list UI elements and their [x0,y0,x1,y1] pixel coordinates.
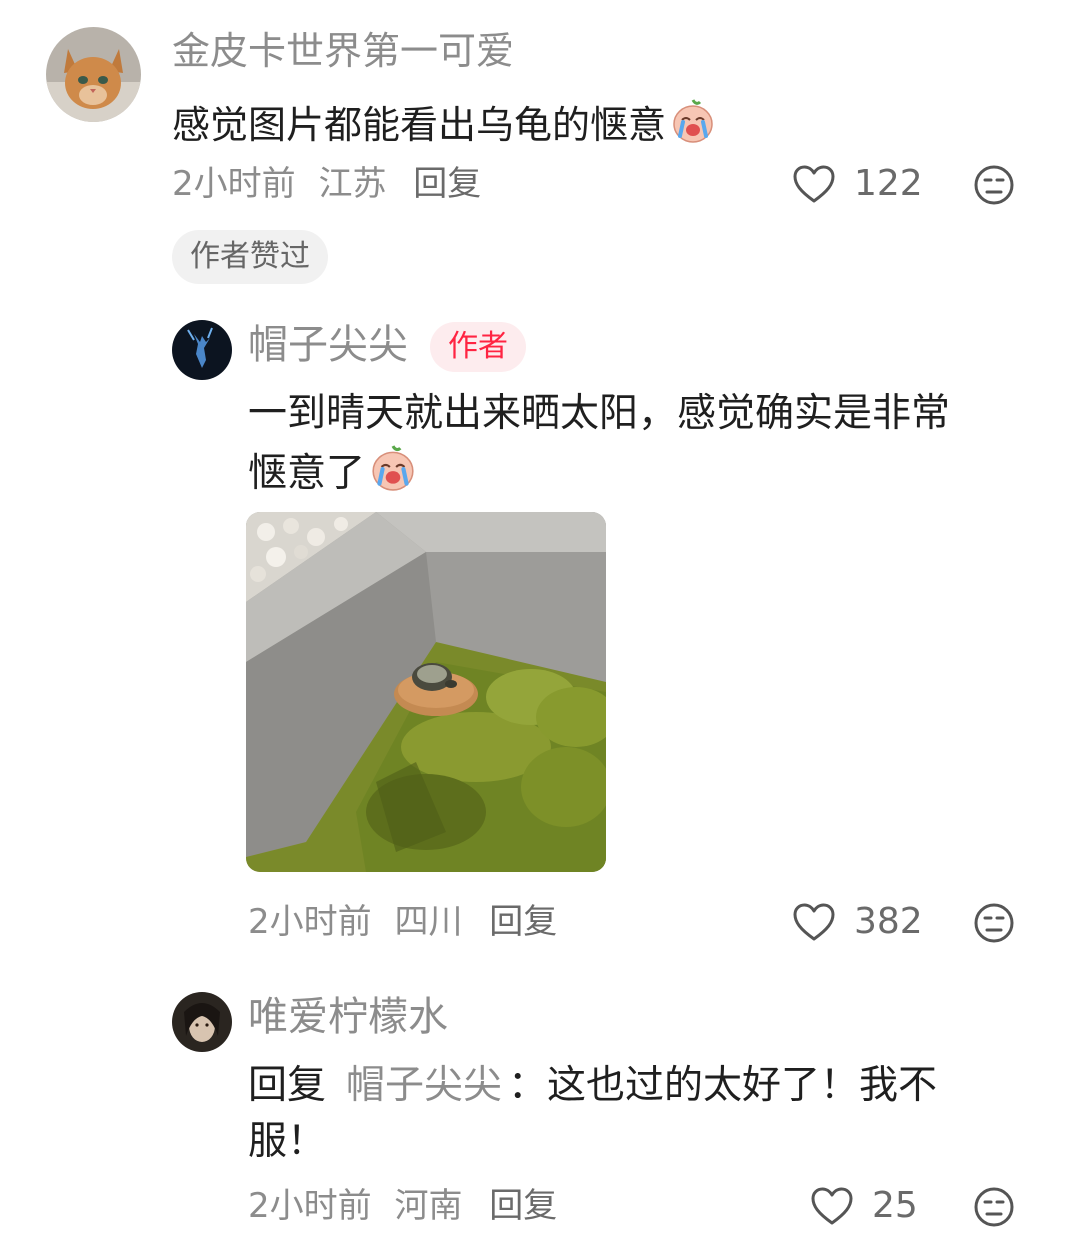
reply-meta: 2小时前 四川 回复 [248,902,557,942]
comment-text-body: 感觉图片都能看出乌龟的惬意 [172,103,667,147]
like-button[interactable]: 382 [792,901,923,942]
avatar[interactable] [172,992,232,1052]
crying-laughing-emoji-icon [670,98,716,155]
heart-outline-icon [793,903,835,940]
reply-text-line1: 回复 帽子尖尖 ：这也过的太好了！我不 [248,1062,937,1110]
reply-button[interactable]: 回复 [413,164,481,204]
like-button[interactable]: 122 [792,163,923,204]
reply-username[interactable]: 帽子尖尖 [248,321,408,369]
reply-text-line2-body: 惬意了 [248,451,366,496]
dislike-button[interactable] [973,902,1015,944]
reply-image-turtle[interactable] [246,512,606,872]
reply-text-line2: 服！ [248,1119,327,1164]
neutral-face-icon [974,903,1014,943]
reply-text-line1-body: ：这也过的太好了！我不 [508,1063,938,1108]
reply-username[interactable]: 唯爱柠檬水 [248,993,448,1041]
reply-meta: 2小时前 河南 回复 [248,1186,557,1226]
reply-text-line2: 惬意了 [248,444,417,504]
like-button[interactable]: 25 [810,1185,918,1226]
author-badge: 作者 [430,322,526,372]
avatar[interactable] [46,27,141,122]
comment-text: 感觉图片都能看出乌龟的惬意 [172,98,716,155]
reply-button[interactable]: 回复 [489,1186,557,1226]
reply-location: 河南 [394,1186,463,1226]
neutral-face-icon [974,1187,1014,1227]
neutral-face-icon [974,165,1014,205]
heart-outline-icon [811,1187,853,1224]
reply-location: 四川 [394,902,463,942]
comment-time: 2小时前 [172,164,296,204]
avatar[interactable] [172,320,232,380]
reply-button[interactable]: 回复 [489,902,557,942]
comment-username[interactable]: 金皮卡世界第一可爱 [172,28,514,74]
like-count: 122 [854,163,923,204]
like-count: 25 [872,1185,918,1226]
heart-outline-icon [793,165,835,202]
mention-username[interactable]: 帽子尖尖 [346,1063,502,1108]
dislike-button[interactable] [973,1186,1015,1228]
comment-location: 江苏 [318,164,387,204]
author-liked-badge: 作者赞过 [172,230,328,284]
crying-laughing-emoji-icon [369,444,417,504]
like-count: 382 [854,901,923,942]
reply-prefix: 回复 [248,1063,327,1108]
dislike-button[interactable] [973,164,1015,206]
reply-time: 2小时前 [248,1186,372,1226]
comment-meta: 2小时前 江苏 回复 [172,164,481,204]
reply-text-line1: 一到晴天就出来晒太阳，感觉确实是非常 [248,391,951,436]
reply-time: 2小时前 [248,902,372,942]
